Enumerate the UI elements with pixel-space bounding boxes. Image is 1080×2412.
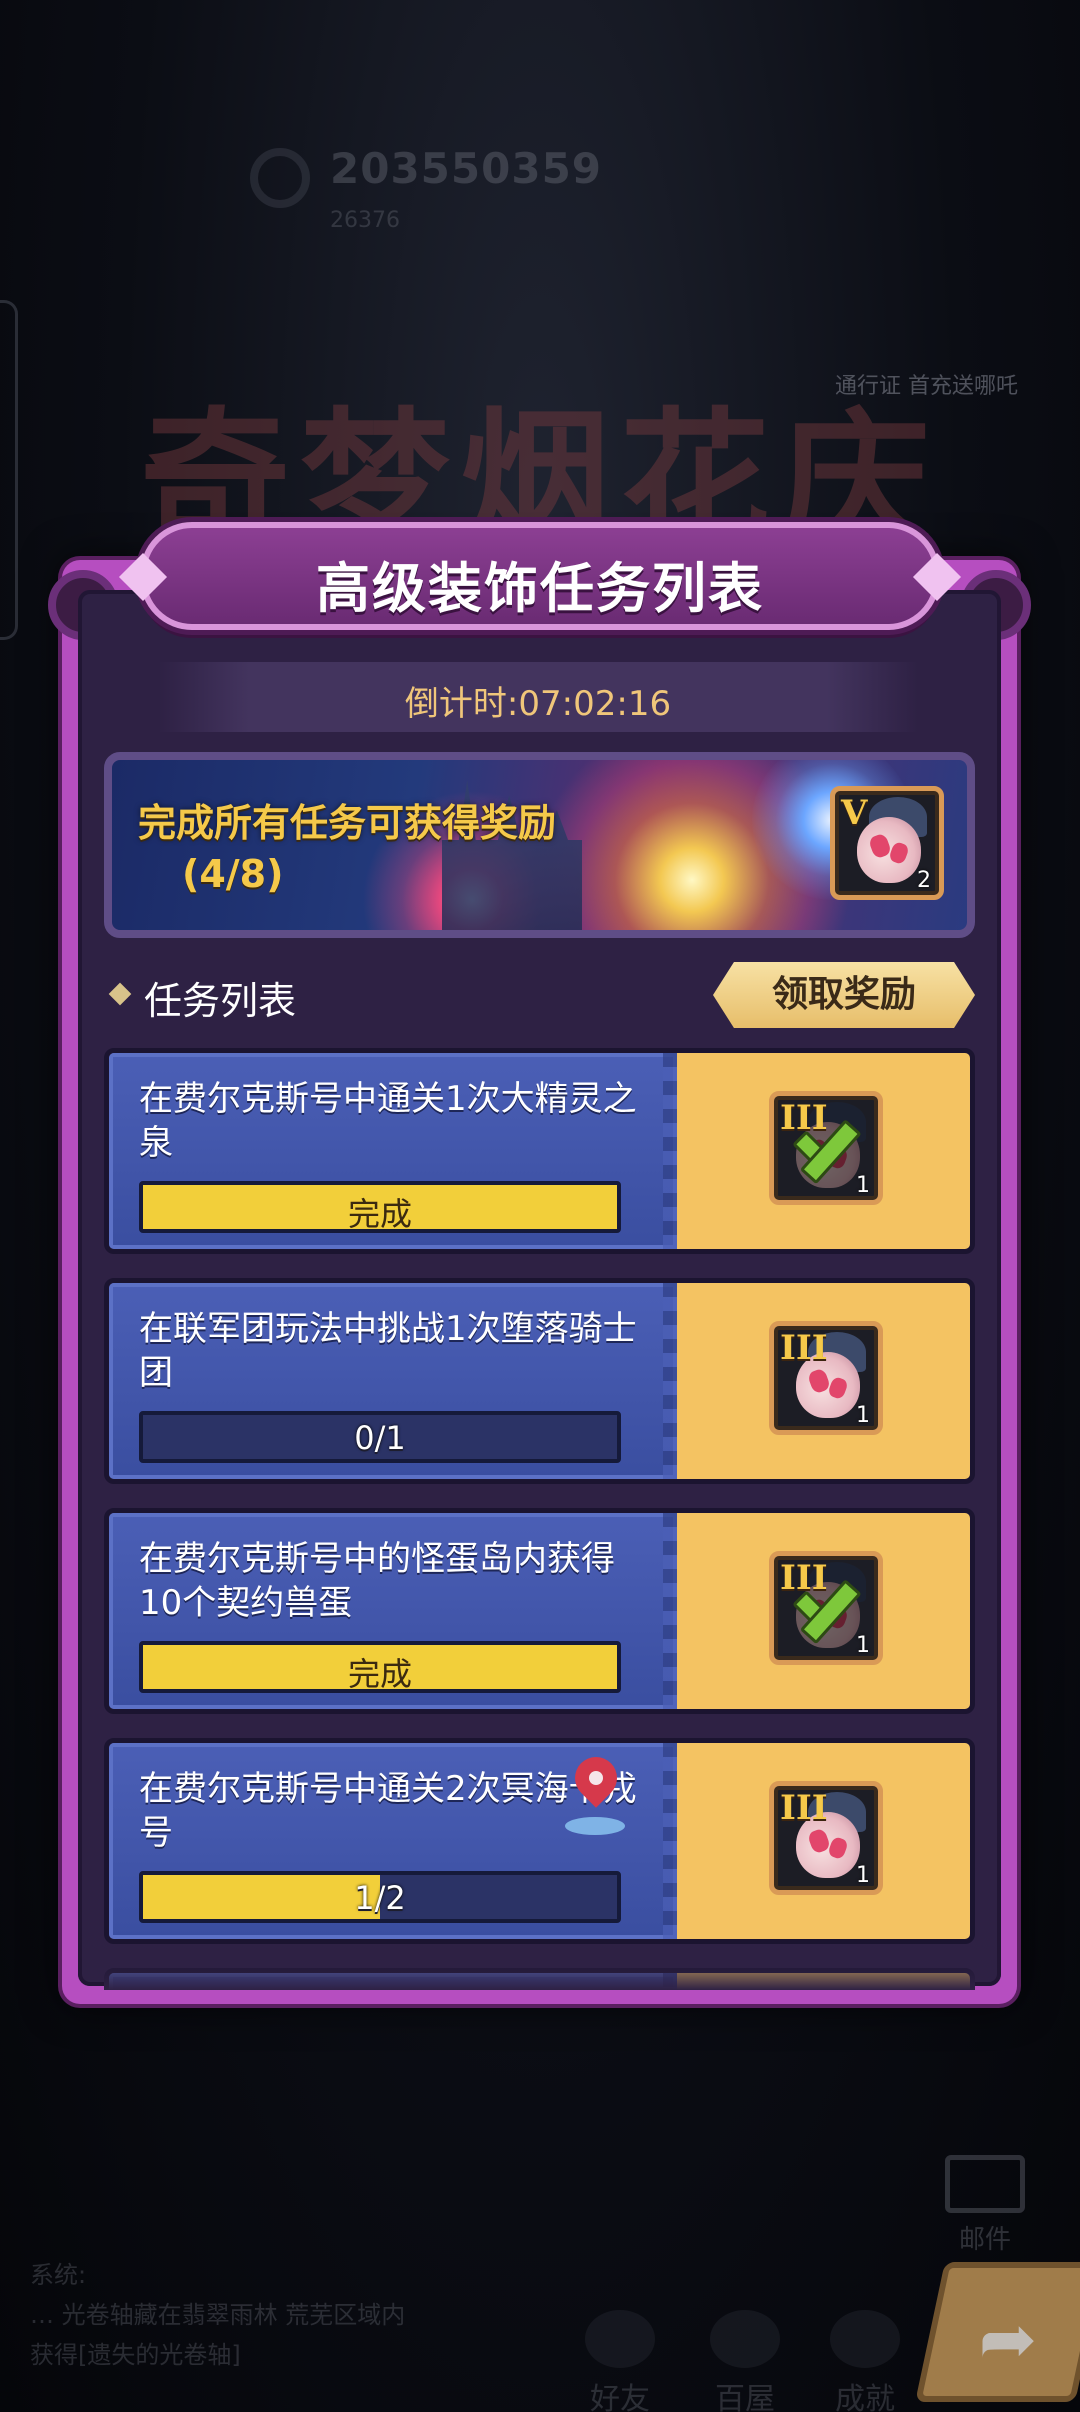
modal-title: 高级装饰任务列表	[316, 557, 764, 620]
achievement-icon	[830, 2310, 900, 2368]
task-reward: III 1	[677, 1283, 970, 1479]
egg-costume-icon[interactable]: III 1	[769, 1321, 883, 1435]
completion-progress: (4/8)	[182, 852, 284, 896]
tier-badge: V	[841, 793, 868, 833]
nav-house: 百屋	[690, 2310, 800, 2412]
left-edge-tab	[0, 300, 18, 640]
player-sub: 26376	[330, 208, 400, 233]
egg-costume-icon[interactable]: III 1	[769, 1551, 883, 1665]
progress-label: 0/1	[354, 1419, 406, 1457]
egg-costume-icon[interactable]: III 1	[769, 1091, 883, 1205]
item-quantity: 2	[917, 868, 931, 893]
task-progress-bar: 完成	[139, 1641, 621, 1693]
item-quantity: 1	[856, 1403, 870, 1428]
task-reward: III 1	[677, 1053, 970, 1249]
share-arrow-icon: ➦	[978, 2298, 1038, 2380]
task-progress-bar: 0/1	[139, 1411, 621, 1463]
countdown-bar: 倒计时:07:02:16	[158, 662, 918, 732]
task-row[interactable]: 在费尔克斯号中的怪蛋岛内获得10个契约兽蛋 完成 III 1	[104, 1508, 975, 1714]
system-notice: 系统: … 光卷轴藏在翡翠雨林 荒芜区域内 获得[遗失的光卷轴]	[30, 2255, 450, 2375]
share-button: ➦	[915, 2262, 1080, 2402]
task-info: 在费尔克斯号中的怪蛋岛内获得10个契约兽蛋 完成	[109, 1513, 679, 1709]
nav-label: 百屋	[715, 2382, 775, 2412]
house-icon	[710, 2310, 780, 2368]
nav-label: 好友	[590, 2382, 650, 2412]
gear-icon	[250, 148, 310, 208]
title-plate: 高级装饰任务列表	[118, 522, 962, 630]
player-info: 203550359 26376	[30, 130, 601, 240]
completion-reward-banner: 完成所有任务可获得奖励 (4/8) V 2	[104, 752, 975, 938]
task-description: 在费尔克斯号中的怪蛋岛内获得10个契约兽蛋	[139, 1539, 615, 1623]
task-description: 在费尔克斯号中通关1次大精灵之泉	[139, 1079, 637, 1163]
checkmark-icon	[786, 1118, 872, 1178]
countdown-label: 倒计时:	[404, 684, 519, 724]
friends-icon	[585, 2310, 655, 2368]
progress-label: 完成	[347, 1195, 412, 1233]
progress-label: 完成	[347, 1655, 412, 1693]
task-reward: III 1	[677, 1513, 970, 1709]
task-reward: III 1	[677, 1743, 970, 1939]
list-fade	[104, 1950, 975, 1990]
list-header: 任务列表 领取奖励	[104, 962, 975, 1032]
claim-reward-button[interactable]: 领取奖励	[713, 962, 975, 1028]
task-row[interactable]: 在联军团玩法中挑战1次堕落骑士团 0/1 III 1	[104, 1278, 975, 1484]
item-quantity: 1	[856, 1863, 870, 1888]
task-description: 在联军团玩法中挑战1次堕落骑士团	[139, 1309, 637, 1393]
task-row[interactable]: 在费尔克斯号中通关2次冥海卡戎号 1/2 III 1	[104, 1738, 975, 1944]
task-info: 在费尔克斯号中通关1次大精灵之泉 完成	[109, 1053, 679, 1249]
egg-costume-icon[interactable]: III 1	[769, 1781, 883, 1895]
task-info: 在费尔克斯号中通关2次冥海卡戎号 1/2	[109, 1743, 679, 1939]
countdown-text: 倒计时:07:02:16	[158, 676, 918, 725]
egg-costume-icon[interactable]: V 2	[830, 786, 944, 900]
tier-badge: III	[780, 1788, 828, 1828]
task-info: 在联军团玩法中挑战1次堕落骑士团 0/1	[109, 1283, 679, 1479]
mail-icon	[945, 2155, 1025, 2213]
checkmark-icon	[786, 1578, 872, 1638]
list-title: 任务列表	[144, 979, 297, 1023]
tier-badge: III	[780, 1328, 828, 1368]
nav-label: 成就	[835, 2382, 895, 2412]
notice-text: … 光卷轴藏在翡翠雨林 荒芜区域内	[30, 2301, 406, 2329]
countdown-value: 07:02:16	[518, 684, 672, 724]
modal-body: 倒计时:07:02:16 完成所有任务可获得奖励 (4/8) V 2 任务列表 …	[78, 590, 1001, 1990]
event-banner: 奇梦烟花庆典	[140, 300, 940, 786]
task-list[interactable]: 在费尔克斯号中通关1次大精灵之泉 完成 III 1 在联军团玩法中挑战1次堕落骑…	[104, 1048, 975, 1990]
completion-reward-text: 完成所有任务可获得奖励	[138, 801, 557, 845]
nav-achievement: 成就	[810, 2310, 920, 2412]
task-progress-bar: 1/2	[139, 1871, 621, 1923]
notice-label: 系统:	[30, 2261, 87, 2289]
player-id: 203550359	[330, 144, 603, 193]
task-list-modal: 倒计时:07:02:16 完成所有任务可获得奖励 (4/8) V 2 任务列表 …	[48, 522, 1031, 2004]
task-progress-bar: 完成	[139, 1181, 621, 1233]
task-row[interactable]: 在费尔克斯号中通关1次大精灵之泉 完成 III 1	[104, 1048, 975, 1254]
diamond-bullet-icon	[108, 982, 132, 1006]
nav-friends: 好友	[565, 2310, 675, 2412]
notice-text-2: 获得[遗失的光卷轴]	[30, 2341, 241, 2369]
pass-label: 通行证 首充送哪吒	[835, 374, 1018, 399]
progress-label: 1/2	[354, 1879, 406, 1917]
location-pin-icon[interactable]	[563, 1748, 627, 1839]
